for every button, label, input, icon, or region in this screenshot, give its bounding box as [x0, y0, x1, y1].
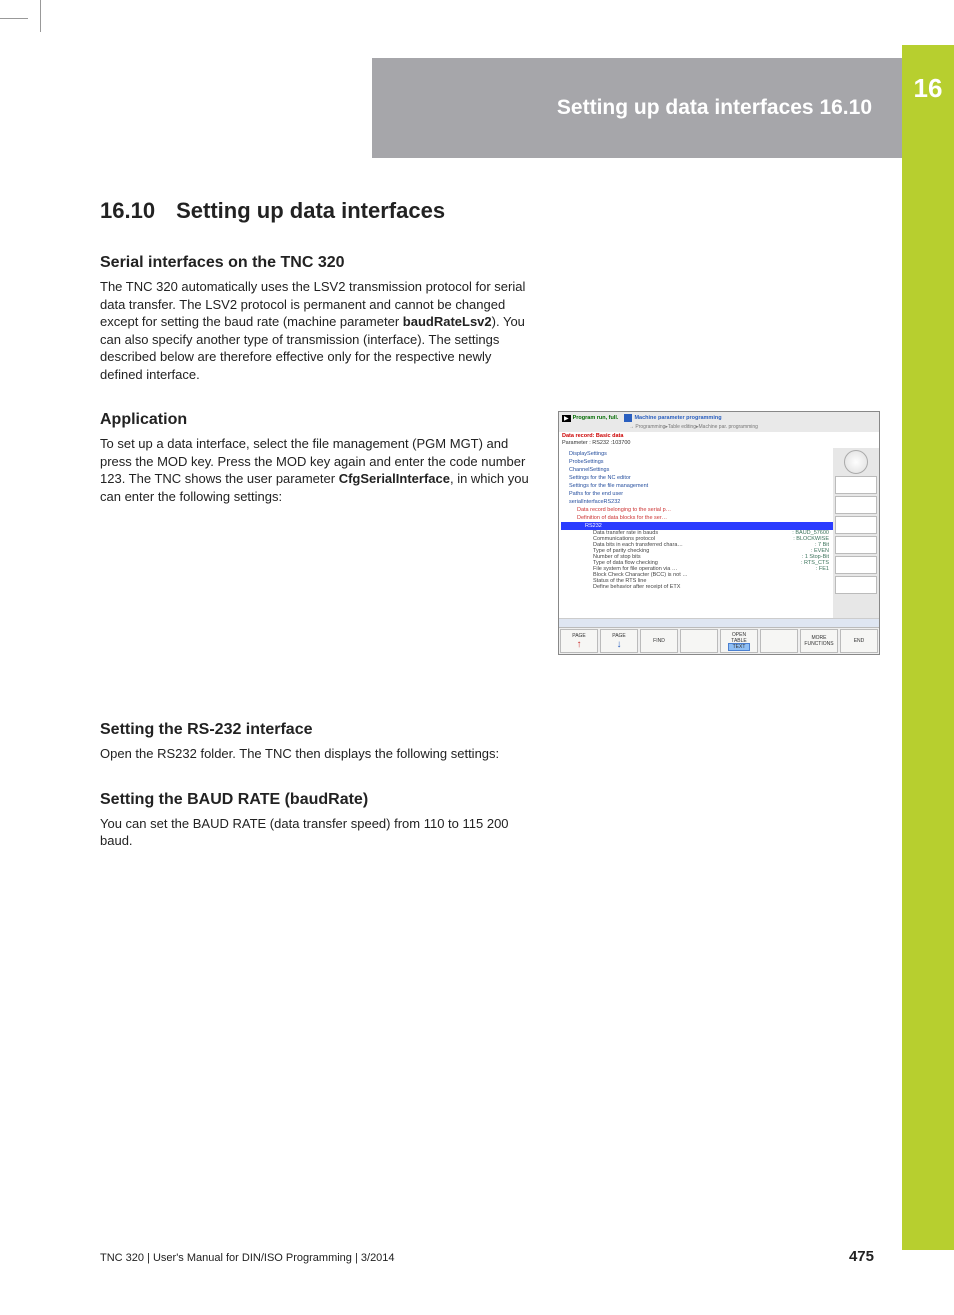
param-cfgserialinterface: CfgSerialInterface — [339, 471, 450, 486]
footer-doc-id: TNC 320 | User's Manual for DIN/ISO Prog… — [100, 1252, 395, 1264]
softkey-page-down: PAGE↓ — [600, 629, 638, 653]
softkey-open-table: OPEN TABLE TEXT — [720, 629, 758, 653]
heading-baudrate: Setting the BAUD RATE (baudRate) — [100, 791, 880, 809]
tree-folder: Paths for the end user — [561, 490, 833, 498]
mode-icon — [624, 414, 632, 422]
side-button — [835, 496, 877, 514]
page-footer: TNC 320 | User's Manual for DIN/ISO Prog… — [100, 1248, 874, 1265]
footer-page-number: 475 — [849, 1248, 874, 1265]
mode-left-label: Program run, full. — [573, 415, 619, 421]
side-button — [835, 576, 877, 594]
para-baudrate: You can set the BAUD RATE (data transfer… — [100, 815, 530, 850]
running-header-title: Setting up data interfaces 16.10 — [557, 96, 872, 120]
running-header: Setting up data interfaces 16.10 — [372, 58, 902, 158]
para-rs232: Open the RS232 folder. The TNC then disp… — [100, 745, 530, 763]
tree-folder: DisplaySettings — [561, 450, 833, 458]
softkey-find: FIND — [640, 629, 678, 653]
nav-arrow-icon: ▶ — [562, 415, 571, 422]
screenshot-right-toolbar — [833, 448, 879, 618]
parameter-tree: DisplaySettings ProbeSettings ChannelSet… — [559, 448, 833, 618]
side-button — [835, 516, 877, 534]
tree-subfolder: Data record belonging to the serial p… — [561, 506, 833, 514]
scrollbar — [559, 618, 879, 627]
side-button — [835, 536, 877, 554]
section-number: 16.10 — [100, 198, 170, 224]
leaf-label: Define behavior after receipt of ETX — [593, 584, 829, 590]
screenshot-breadcrumb: → Programming▸Table editing▸Machine par.… — [559, 424, 879, 432]
softkey-end: END — [840, 629, 878, 653]
softkey-page-up: PAGE↑ — [560, 629, 598, 653]
heading-serial: Serial interfaces on the TNC 320 — [100, 254, 880, 272]
crop-marks — [0, 0, 60, 40]
chapter-sidebar: 16 — [902, 45, 954, 1250]
screenshot-titlebar: ▶ Program run, full. Machine parameter p… — [559, 412, 879, 424]
para-serial: The TNC 320 automatically uses the LSV2 … — [100, 278, 530, 383]
softkey-empty — [680, 629, 718, 653]
tree-folder: Settings for the file management — [561, 482, 833, 490]
info-parameter: Parameter : RS232 :103700 — [559, 440, 879, 448]
param-baudratelsv2: baudRateLsv2 — [403, 314, 492, 329]
softkey-row: PAGE↑ PAGE↓ FIND OPEN TABLE TEXT MORE FU… — [559, 627, 879, 654]
tree-folder: ChannelSettings — [561, 466, 833, 474]
tree-folder: serialInterfaceRS232 — [561, 498, 833, 506]
tree-selected: RS232 — [561, 522, 833, 530]
section-heading: 16.10 Setting up data interfaces — [100, 198, 880, 224]
softkey-empty — [760, 629, 798, 653]
tree-leaf: Define behavior after receipt of ETX — [561, 584, 833, 590]
page-content: 16.10 Setting up data interfaces Serial … — [100, 198, 880, 856]
side-button — [835, 556, 877, 574]
tnc-screenshot: ▶ Program run, full. Machine parameter p… — [558, 411, 880, 655]
tree-folder: ProbeSettings — [561, 458, 833, 466]
clock-icon — [844, 450, 868, 474]
info-data-record: Data record: Basic data — [559, 432, 879, 440]
chapter-number: 16 — [902, 45, 954, 104]
softkey-more-functions: MORE FUNCTIONS — [800, 629, 838, 653]
heading-application: Application — [100, 411, 540, 429]
mode-right-label: Machine parameter programming — [634, 415, 721, 421]
side-button — [835, 476, 877, 494]
para-application: To set up a data interface, select the f… — [100, 435, 530, 505]
tree-folder: Settings for the NC editor — [561, 474, 833, 482]
heading-rs232: Setting the RS-232 interface — [100, 721, 880, 739]
tree-subfolder: Definition of data blocks for the ser… — [561, 514, 833, 522]
section-title: Setting up data interfaces — [176, 198, 445, 223]
